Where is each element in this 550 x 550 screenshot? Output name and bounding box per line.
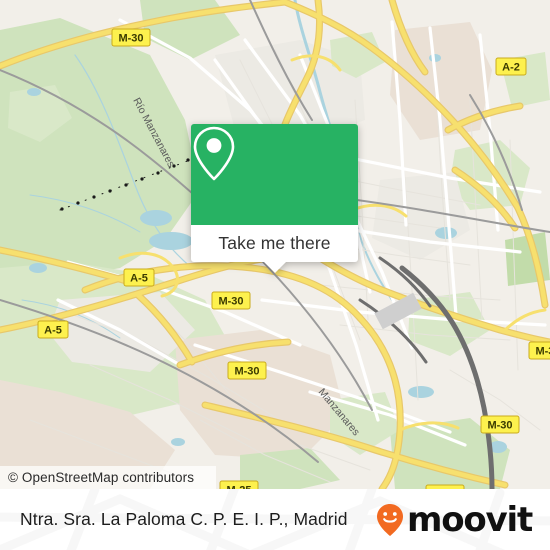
road-shield-label: M-30 [487, 419, 512, 431]
map-canvas[interactable]: .bgf{fill:#f2efe9} .bld{fill:#eceae4} .p… [0, 0, 550, 489]
road-shield-label: M-30 [535, 345, 550, 357]
moovit-logo[interactable]: moovit [375, 489, 533, 550]
road-shield-label: A-5 [44, 324, 62, 336]
moovit-map-screenshot: .bgf{fill:#f2efe9} .bld{fill:#eceae4} .p… [0, 0, 550, 550]
road-shield-label: A-5 [130, 272, 148, 284]
popup-icon-area [191, 124, 358, 225]
popup-pointer-tail [263, 262, 286, 273]
take-me-there-popup[interactable]: Take me there [191, 124, 358, 273]
location-caption: Ntra. Sra. La Paloma C. P. E. I. P., Mad… [20, 509, 348, 529]
footer-bar: Ntra. Sra. La Paloma C. P. E. I. P., Mad… [0, 489, 550, 550]
popup-action-label: Take me there [218, 233, 331, 253]
map-pin-icon [193, 126, 235, 181]
road-shield-label: M-30 [218, 295, 243, 307]
popup-action-bar[interactable]: Take me there [191, 225, 358, 262]
moovit-wordmark: moovit [406, 499, 533, 540]
moovit-smiley-pin-icon [376, 503, 403, 536]
road-shield-label: M-30 [234, 365, 259, 377]
road-shield-label: M-30 [118, 32, 143, 44]
road-shield-label: A-2 [502, 61, 520, 73]
